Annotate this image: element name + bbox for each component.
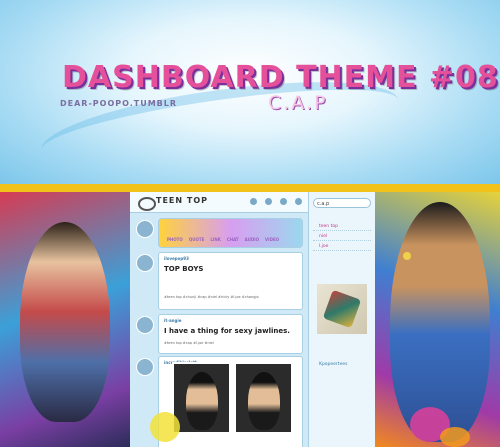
- preview-area: TEEN TOP PHOTO QUOTE LINK CHAT AUDIO VID…: [0, 192, 500, 447]
- sidebar-item-niel[interactable]: niel: [313, 232, 371, 241]
- yellow-divider: [0, 184, 500, 192]
- account-icon[interactable]: [295, 198, 302, 205]
- paint-splash: [150, 412, 180, 442]
- left-person-figure: [20, 222, 110, 422]
- post-title: TOP BOYS: [164, 265, 204, 273]
- tumblr-credit: DEAR-POOPO.TUMBLR: [60, 99, 178, 108]
- post-card: ilovepop93 TOP BOYS #teen top #chunji #c…: [158, 252, 303, 310]
- sidebar-image[interactable]: [317, 284, 367, 334]
- post-avatar[interactable]: [136, 358, 154, 376]
- post-avatar[interactable]: [136, 316, 154, 334]
- photo-person: [248, 372, 280, 430]
- post-tags: #teen top #chunji #cap #niel #ricky #l.j…: [164, 295, 259, 299]
- dashboard-preview: TEEN TOP PHOTO QUOTE LINK CHAT AUDIO VID…: [130, 192, 376, 447]
- sidebar-item-ljoe[interactable]: l.joe: [313, 242, 371, 251]
- photo-thumbnail[interactable]: [234, 362, 293, 434]
- post-author[interactable]: ilovepop93: [164, 256, 189, 261]
- right-person-figure: [390, 202, 490, 442]
- microphone-icon: [403, 252, 411, 260]
- brand-name: TEEN TOP: [156, 196, 208, 205]
- post-button-audio[interactable]: AUDIO: [245, 237, 259, 242]
- inbox-icon[interactable]: [265, 198, 272, 205]
- post-author[interactable]: it-angie: [164, 318, 181, 323]
- search-input[interactable]: c.a.p: [313, 198, 371, 208]
- sidebar: c.a.p teen top niel l.joe Kpopeertees: [308, 192, 376, 447]
- post-button-video[interactable]: VIDEO: [265, 237, 279, 242]
- post-type-bar: PHOTO QUOTE LINK CHAT AUDIO VIDEO: [158, 218, 303, 248]
- banner-background: DASHBOARD THEME #08 DEAR-POOPO.TUMBLR C.…: [0, 0, 500, 185]
- user-avatar[interactable]: [136, 220, 154, 238]
- theme-subtitle: C.A.P: [268, 92, 328, 114]
- post-card: it-angie I have a thing for sexy jawline…: [158, 314, 303, 354]
- home-icon[interactable]: [250, 198, 257, 205]
- photo-thumbnail[interactable]: [172, 362, 231, 434]
- theme-title: DASHBOARD THEME #08: [62, 60, 499, 95]
- nav-icons: [250, 198, 302, 205]
- post-button-chat[interactable]: CHAT: [227, 237, 239, 242]
- paint-splash: [440, 427, 470, 447]
- post-avatar[interactable]: [136, 254, 154, 272]
- sidebar-image-shape: [322, 289, 362, 329]
- post-buttons: PHOTO QUOTE LINK CHAT AUDIO VIDEO: [167, 237, 279, 242]
- post-title: I have a thing for sexy jawlines.: [164, 327, 290, 335]
- post-button-quote[interactable]: QUOTE: [189, 237, 205, 242]
- settings-icon[interactable]: [280, 198, 287, 205]
- logo-icon: [138, 197, 156, 211]
- post-button-link[interactable]: LINK: [210, 237, 220, 242]
- left-photo: [0, 192, 130, 447]
- post-tags: #teen top #cap #l.joe #niel: [164, 341, 214, 345]
- sidebar-footer[interactable]: Kpopeertees: [313, 360, 371, 369]
- post-button-photo[interactable]: PHOTO: [167, 237, 183, 242]
- sidebar-item-teen-top[interactable]: teen top: [313, 222, 371, 231]
- photo-person: [186, 372, 218, 430]
